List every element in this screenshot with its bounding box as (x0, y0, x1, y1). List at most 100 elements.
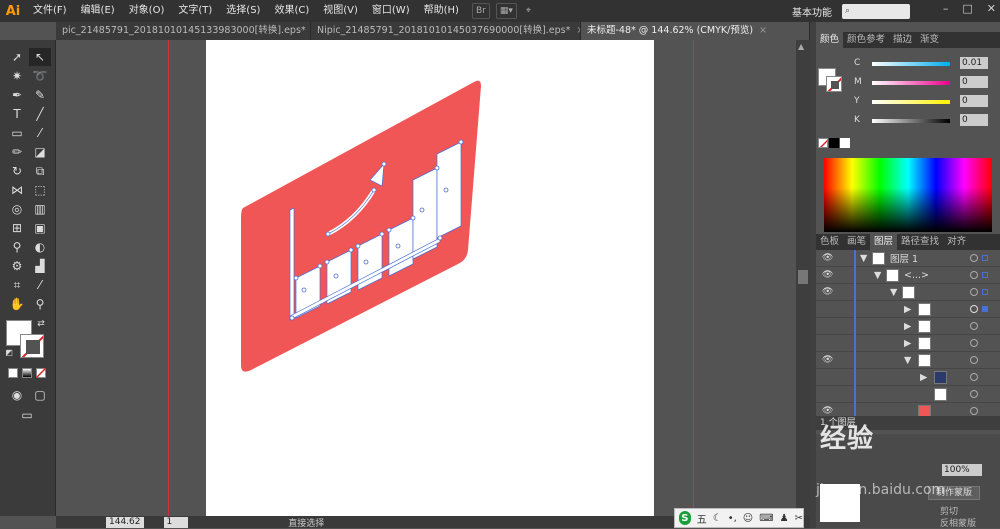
menu-window[interactable]: 窗口(W) (365, 0, 417, 22)
layer-row[interactable]: ▶ (816, 335, 1000, 352)
color-spectrum[interactable] (824, 158, 992, 232)
layer-row[interactable]: 👁 ▼ (816, 284, 1000, 301)
scale-tool-icon[interactable]: ⧉ (29, 162, 51, 180)
menu-edit[interactable]: 编辑(E) (74, 0, 122, 22)
none-mode-icon[interactable] (36, 368, 46, 378)
gradient-mode-icon[interactable] (22, 368, 32, 378)
target-circle-icon[interactable] (970, 305, 978, 313)
user-icon[interactable]: ♟ (780, 513, 789, 524)
keyboard-icon[interactable]: ⌨ (759, 513, 773, 524)
slice-tool-icon[interactable]: ⁄ (29, 276, 51, 294)
layer-row[interactable]: 👁 ▼ <...> (816, 267, 1000, 284)
channel-c-slider[interactable] (872, 62, 950, 66)
eye-icon[interactable]: 👁 (822, 287, 834, 297)
tab-color-guide[interactable]: 颜色参考 (843, 32, 889, 48)
gradient-tool-icon[interactable]: ▣ (29, 219, 51, 237)
expand-arrow-icon[interactable]: ▼ (874, 270, 881, 281)
target-circle-icon[interactable] (970, 254, 978, 262)
color-mode-icon[interactable] (8, 368, 18, 378)
eye-icon[interactable]: 👁 (822, 406, 834, 416)
channel-y-value[interactable]: 0 (960, 95, 988, 107)
canvas-area[interactable]: ▲ (56, 40, 810, 516)
gpu-icon[interactable]: ⌖ (523, 3, 534, 19)
direct-selection-tool-icon[interactable]: ↖ (29, 48, 51, 66)
expand-arrow-icon[interactable]: ▼ (904, 355, 911, 366)
selection-tool-icon[interactable]: ➚ (6, 48, 28, 66)
curvature-tool-icon[interactable]: ✎ (29, 86, 51, 104)
draw-inside-icon[interactable]: ▢ (29, 386, 51, 404)
draw-mode-icon[interactable]: ◉ (6, 386, 28, 404)
invert-mask-label[interactable]: 反相蒙版 (940, 516, 976, 529)
free-transform-icon[interactable]: ⬚ (29, 181, 51, 199)
blend-tool-icon[interactable]: ◐ (29, 238, 51, 256)
close-icon[interactable]: ✕ (987, 2, 996, 15)
shape-builder-icon[interactable]: ◎ (6, 200, 28, 218)
expand-arrow-icon[interactable]: ▶ (904, 321, 911, 332)
target-circle-icon[interactable] (970, 373, 978, 381)
eyedropper-icon[interactable]: ⚲ (6, 238, 28, 256)
target-circle-icon[interactable] (970, 271, 978, 279)
white-swatch[interactable] (840, 138, 850, 148)
artboard-tool-icon[interactable]: ⌗ (6, 276, 28, 294)
expand-arrow-icon[interactable]: ▼ (890, 287, 897, 298)
swap-fill-stroke-icon[interactable]: ⇄ (34, 318, 48, 330)
pencil-icon[interactable]: ✏ (6, 143, 28, 161)
expand-arrow-icon[interactable]: ▶ (904, 338, 911, 349)
target-circle-icon[interactable] (970, 339, 978, 347)
scroll-up-icon[interactable]: ▲ (798, 42, 804, 51)
width-tool-icon[interactable]: ⋈ (6, 181, 28, 199)
perspective-grid-icon[interactable]: ▥ (29, 200, 51, 218)
punctuation-icon[interactable]: •, (728, 513, 737, 524)
emoji-icon[interactable]: ☺ (743, 513, 753, 524)
hand-tool-icon[interactable]: ✋ (6, 295, 28, 313)
selection-indicator[interactable] (982, 255, 988, 261)
artboard[interactable] (206, 40, 654, 516)
symbol-sprayer-icon[interactable]: ⚙ (6, 257, 28, 275)
vertical-scrollbar[interactable]: ▲ (796, 40, 810, 516)
channel-k-slider[interactable] (872, 119, 950, 123)
scroll-thumb[interactable] (798, 270, 808, 284)
eye-icon[interactable]: 👁 (822, 253, 834, 263)
channel-m-value[interactable]: 0 (960, 76, 988, 88)
layer-name[interactable]: 图层 1 (890, 251, 918, 265)
channel-c-value[interactable]: 0.01 (960, 57, 988, 69)
workspace-switcher[interactable]: 基本功能 (792, 4, 832, 19)
zoom-level-field[interactable]: 144.62 (106, 516, 144, 528)
tab-swatches[interactable]: 色板 (816, 234, 843, 250)
line-tool-icon[interactable]: ╱ (29, 105, 51, 123)
sogou-logo-icon[interactable]: S (679, 511, 691, 525)
arrange-documents-icon[interactable]: ▦▾ (495, 3, 517, 19)
stroke-swatch[interactable] (20, 334, 44, 358)
eye-icon[interactable]: 👁 (822, 355, 834, 365)
artwork[interactable] (206, 40, 654, 516)
tab-layers[interactable]: 图层 (870, 234, 898, 250)
channel-k-value[interactable]: 0 (960, 114, 988, 126)
none-swatch[interactable] (818, 138, 828, 148)
rotate-tool-icon[interactable]: ↻ (6, 162, 28, 180)
target-circle-icon[interactable] (970, 288, 978, 296)
minimize-icon[interactable]: – (943, 2, 949, 15)
expand-arrow-icon[interactable]: ▶ (920, 372, 927, 383)
target-circle-icon[interactable] (970, 356, 978, 364)
paintbrush-icon[interactable]: ⁄ (29, 124, 51, 142)
menu-select[interactable]: 选择(S) (219, 0, 267, 22)
target-circle-icon[interactable] (970, 322, 978, 330)
black-swatch[interactable] (829, 138, 839, 148)
tab-document-3[interactable]: 未标题-48* @ 144.62% (CMYK/预览) × (581, 22, 810, 40)
search-input[interactable]: ⌕ (842, 4, 910, 19)
type-tool-icon[interactable]: T (6, 105, 28, 123)
menu-object[interactable]: 对象(O) (122, 0, 172, 22)
tab-stroke[interactable]: 描边 (889, 32, 916, 48)
expand-arrow-icon[interactable]: ▼ (860, 253, 867, 264)
layer-row[interactable] (816, 386, 1000, 403)
artboard-navigator[interactable]: 1 (163, 516, 189, 528)
layer-row[interactable]: ▶ (816, 369, 1000, 386)
selection-indicator[interactable] (982, 306, 988, 312)
column-graph-icon[interactable]: ▟ (29, 257, 51, 275)
tab-pathfinder[interactable]: 路径查找 (897, 234, 943, 250)
menu-type[interactable]: 文字(T) (171, 0, 219, 22)
tab-align[interactable]: 对齐 (943, 234, 970, 250)
menu-file[interactable]: 文件(F) (26, 0, 74, 22)
selection-indicator[interactable] (982, 289, 988, 295)
maximize-icon[interactable]: □ (962, 2, 972, 15)
